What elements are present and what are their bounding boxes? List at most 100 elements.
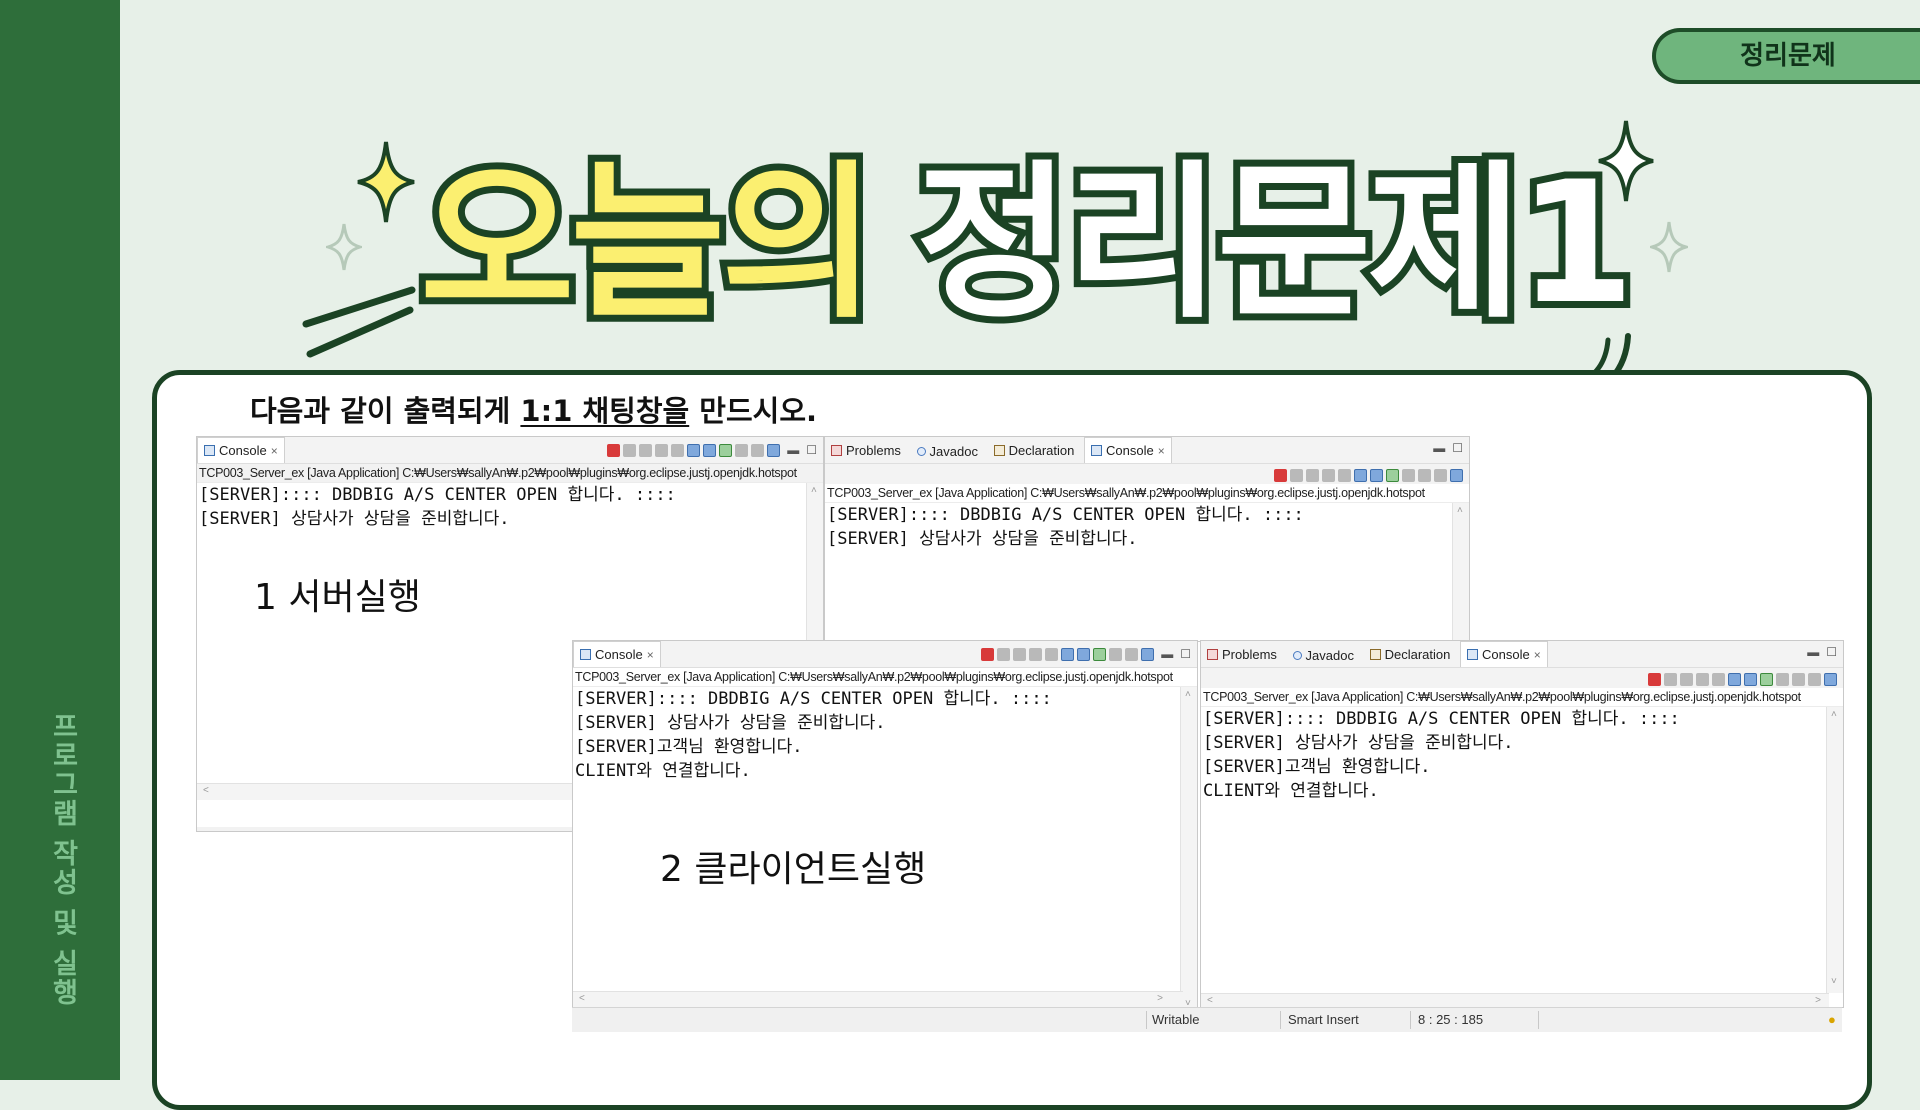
terminate-icon[interactable] [1648,672,1661,686]
minimize-icon[interactable]: ▬ [1161,647,1173,661]
tab-problems[interactable]: Problems [1201,642,1283,668]
display-console-icon[interactable] [1776,672,1789,686]
remove-launch-icon[interactable] [623,443,637,457]
vertical-scrollbar[interactable]: ˄ [1452,503,1469,641]
open-console-icon[interactable] [1418,468,1431,482]
sidebar: 프로그램 작성 및 실행 [0,0,120,1080]
console-toolbar: ▬ ☐ [981,645,1191,663]
scroll-lock-icon[interactable] [1338,468,1351,482]
show-stdout-icon[interactable] [1077,647,1091,661]
pin-console-icon[interactable] [719,443,733,457]
instruction-pre: 다음과 같이 출력되게 [250,394,521,428]
word-wrap-icon[interactable] [1728,672,1741,686]
close-icon[interactable]: × [271,444,278,458]
show-stdout-icon[interactable] [1744,672,1757,686]
tab-console[interactable]: Console × [1083,437,1172,463]
sparkle-icon [357,141,415,223]
tab-declaration[interactable]: Declaration [988,438,1081,464]
maximize-icon[interactable]: ☐ [1180,647,1191,661]
tab-console[interactable]: Console × [1459,641,1548,667]
console-tabbar: Console × ▬ ☐ [197,437,823,464]
settings-icon[interactable] [1450,468,1463,482]
pin-console-icon[interactable] [1386,468,1399,482]
terminate-icon[interactable] [607,443,621,457]
client-output: [SERVER]:::: DBDBIG A/S CENTER OPEN 합니다.… [1201,707,1843,803]
maximize-icon[interactable]: ☐ [1826,645,1837,659]
horizontal-scrollbar[interactable]: ˂ ˃ [1201,993,1829,1007]
display-console-icon[interactable] [1402,468,1415,482]
display-console-icon[interactable] [735,443,749,457]
terminate-icon[interactable] [1274,468,1287,482]
launch-path: TCP003_Server_ex [Java Application] C:₩U… [197,464,823,483]
output-line: [SERVER]고객님 환영합니다. [575,737,803,757]
scroll-lock-icon[interactable] [671,443,685,457]
console-icon [1090,445,1102,456]
remove-launch-icon[interactable] [1290,468,1303,482]
open-console-icon[interactable] [751,443,765,457]
output-line: [SERVER]:::: DBDBIG A/S CENTER OPEN 합니다.… [1203,709,1680,729]
tab-declaration[interactable]: Declaration [1364,642,1457,668]
pin-console-icon[interactable] [1760,672,1773,686]
output-line: CLIENT와 연결합니다. [1203,781,1379,801]
settings-icon[interactable] [1824,672,1837,686]
vertical-scrollbar[interactable]: ˄ ˅ [1826,707,1843,993]
open-console-icon[interactable] [1792,672,1805,686]
tab-javadoc[interactable]: Javadoc [911,439,984,465]
tab-problems[interactable]: Problems [825,438,907,464]
remove-all-icon[interactable] [1013,647,1027,661]
output-line: [SERVER] 상담사가 상담을 준비합니다. [827,529,1138,549]
instruction-post: 만드시오. [689,394,818,428]
remove-launch-icon[interactable] [997,647,1011,661]
remove-all-icon[interactable] [1306,468,1319,482]
display-console-icon[interactable] [1109,647,1123,661]
show-stdout-icon[interactable] [1370,468,1383,482]
clear-console-icon[interactable] [1029,647,1043,661]
remove-all-icon[interactable] [1680,672,1693,686]
clear-console-icon[interactable] [1322,468,1335,482]
open-console-icon[interactable] [1125,647,1139,661]
close-icon[interactable]: × [1158,444,1165,458]
copy-icon[interactable] [1434,468,1447,482]
word-wrap-icon[interactable] [1061,647,1075,661]
console-icon [580,649,591,660]
scroll-lock-icon[interactable] [1712,672,1725,686]
console-tabbar: Console × ▬ ☐ [573,641,1197,668]
word-wrap-icon[interactable] [687,443,701,457]
settings-icon[interactable] [1141,647,1155,661]
tab-javadoc[interactable]: Javadoc [1287,643,1360,669]
remove-launch-icon[interactable] [1664,672,1677,686]
problems-icon [831,445,842,456]
close-icon[interactable]: × [647,648,654,662]
clear-console-icon[interactable] [655,443,669,457]
settings-icon[interactable] [767,443,781,457]
minimize-icon[interactable]: ▬ [1807,645,1819,659]
lightbulb-icon: ● [1828,1012,1836,1027]
console-toolbar-row [1201,668,1843,688]
console-toolbar [1648,670,1837,688]
vertical-scrollbar[interactable]: ˄ ˅ [1180,687,1197,1031]
server-run-note: 1 서버실행 [254,577,421,618]
clear-console-icon[interactable] [1696,672,1709,686]
tab-console[interactable]: Console × [573,641,661,667]
view-tabbar: Problems Javadoc Declaration Console × ▬ … [825,437,1469,464]
close-icon[interactable]: × [1534,648,1541,662]
console-icon [1466,649,1478,660]
console-toolbar-row [825,464,1469,484]
scroll-lock-icon[interactable] [1045,647,1059,661]
terminate-icon[interactable] [981,647,995,661]
tab-console[interactable]: Console × [197,437,285,463]
status-insert-mode: Smart Insert [1288,1012,1359,1027]
pin-console-icon[interactable] [1093,647,1107,661]
maximize-icon[interactable]: ☐ [806,443,817,457]
word-wrap-icon[interactable] [1354,468,1367,482]
horizontal-scrollbar[interactable]: ˂ ˃ [573,991,1183,1008]
copy-icon[interactable] [1808,672,1821,686]
output-line: [SERVER]:::: DBDBIG A/S CENTER OPEN 합니다.… [199,485,676,505]
remove-all-icon[interactable] [639,443,653,457]
minimize-icon[interactable]: ▬ [1433,441,1445,455]
declaration-icon [1369,649,1381,660]
output-line: [SERVER] 상담사가 상담을 준비합니다. [575,713,886,733]
maximize-icon[interactable]: ☐ [1452,441,1463,455]
minimize-icon[interactable]: ▬ [787,443,799,457]
show-stdout-icon[interactable] [703,443,717,457]
